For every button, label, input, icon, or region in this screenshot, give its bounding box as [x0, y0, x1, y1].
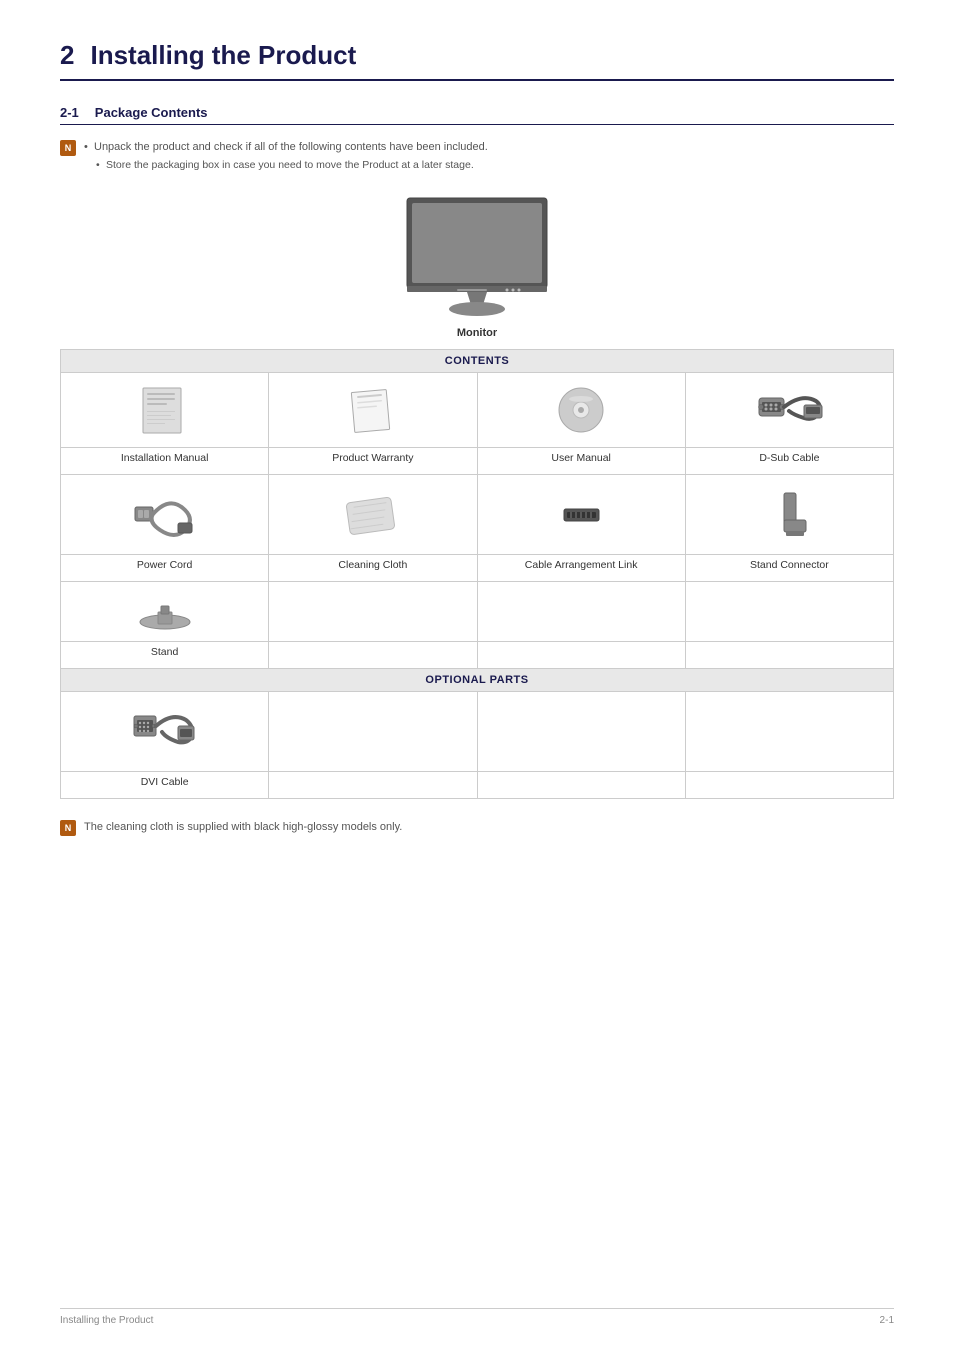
dvi-cable-cell — [61, 692, 269, 772]
d-sub-cable-cell — [685, 373, 893, 448]
d-sub-cable-name: D-Sub Cable — [685, 448, 893, 475]
stand-row-empty-2 — [477, 582, 685, 642]
chapter-name: Installing the Product — [90, 40, 356, 71]
section-number: 2-1 — [60, 105, 79, 120]
stand-connector-cell — [685, 475, 893, 555]
footer-left: Installing the Product — [60, 1315, 153, 1326]
section-header: 2-1 Package Contents — [60, 105, 894, 125]
cleaning-cloth-name: Cleaning Cloth — [269, 555, 477, 582]
optional-empty-3 — [685, 692, 893, 772]
optional-row-1-images — [61, 692, 894, 772]
installation-manual-icon — [135, 383, 195, 438]
optional-label: OPTIONAL PARTS — [61, 669, 894, 692]
stand-name-empty-1 — [269, 642, 477, 669]
contents-row-2-names: Power Cord Cleaning Cloth Cable Arrangem… — [61, 555, 894, 582]
intro-note-item-2: Store the packaging box in case you need… — [84, 157, 488, 174]
optional-name-empty-1 — [269, 772, 477, 799]
contents-label: CONTENTS — [61, 350, 894, 373]
optional-header-row: OPTIONAL PARTS — [61, 669, 894, 692]
intro-note: N Unpack the product and check if all of… — [60, 139, 894, 173]
stand-name-empty-2 — [477, 642, 685, 669]
monitor-container: Monitor — [60, 193, 894, 339]
bottom-note: N The cleaning cloth is supplied with bl… — [60, 819, 894, 837]
contents-row-3-images — [61, 582, 894, 642]
optional-row-1-names: DVI Cable — [61, 772, 894, 799]
contents-header-row: CONTENTS — [61, 350, 894, 373]
optional-empty-2 — [477, 692, 685, 772]
footer-right: 2-1 — [880, 1315, 894, 1326]
optional-empty-1 — [269, 692, 477, 772]
power-cord-icon — [130, 485, 200, 545]
stand-connector-icon — [764, 485, 814, 545]
stand-row-empty-3 — [685, 582, 893, 642]
cable-arrangement-cell — [477, 475, 685, 555]
cleaning-cloth-cell — [269, 475, 477, 555]
optional-name-empty-3 — [685, 772, 893, 799]
power-cord-cell — [61, 475, 269, 555]
monitor-label: Monitor — [457, 327, 497, 339]
stand-cell — [61, 582, 269, 642]
optional-name-empty-2 — [477, 772, 685, 799]
footer: Installing the Product 2-1 — [60, 1308, 894, 1326]
stand-icon — [135, 592, 195, 632]
monitor-image — [377, 193, 577, 323]
bottom-note-text: The cleaning cloth is supplied with blac… — [84, 819, 402, 837]
contents-row-2-images — [61, 475, 894, 555]
dvi-cable-icon — [130, 702, 200, 762]
stand-name: Stand — [61, 642, 269, 669]
stand-connector-name: Stand Connector — [685, 555, 893, 582]
product-warranty-cell — [269, 373, 477, 448]
intro-note-item-1: Unpack the product and check if all of t… — [84, 139, 488, 157]
product-warranty-icon — [343, 383, 403, 438]
note-icon: N — [60, 140, 76, 156]
stand-name-empty-3 — [685, 642, 893, 669]
bottom-note-icon: N — [60, 820, 76, 836]
user-manual-name: User Manual — [477, 448, 685, 475]
installation-manual-cell — [61, 373, 269, 448]
chapter-title: 2 Installing the Product — [60, 40, 894, 81]
contents-table: CONTENTS — [60, 349, 894, 799]
stand-row-empty-1 — [269, 582, 477, 642]
dvi-cable-name: DVI Cable — [61, 772, 269, 799]
d-sub-cable-icon — [754, 383, 824, 438]
installation-manual-name: Installation Manual — [61, 448, 269, 475]
cable-arrangement-name: Cable Arrangement Link — [477, 555, 685, 582]
cleaning-cloth-icon — [340, 485, 405, 545]
user-manual-icon — [551, 383, 611, 438]
intro-note-text: Unpack the product and check if all of t… — [84, 139, 488, 173]
power-cord-name: Power Cord — [61, 555, 269, 582]
product-warranty-name: Product Warranty — [269, 448, 477, 475]
chapter-number: 2 — [60, 40, 74, 71]
user-manual-cell — [477, 373, 685, 448]
contents-row-1-images — [61, 373, 894, 448]
cable-arrangement-icon — [549, 485, 614, 545]
section-title: Package Contents — [95, 105, 208, 120]
contents-row-1-names: Installation Manual Product Warranty Use… — [61, 448, 894, 475]
contents-row-3-names: Stand — [61, 642, 894, 669]
